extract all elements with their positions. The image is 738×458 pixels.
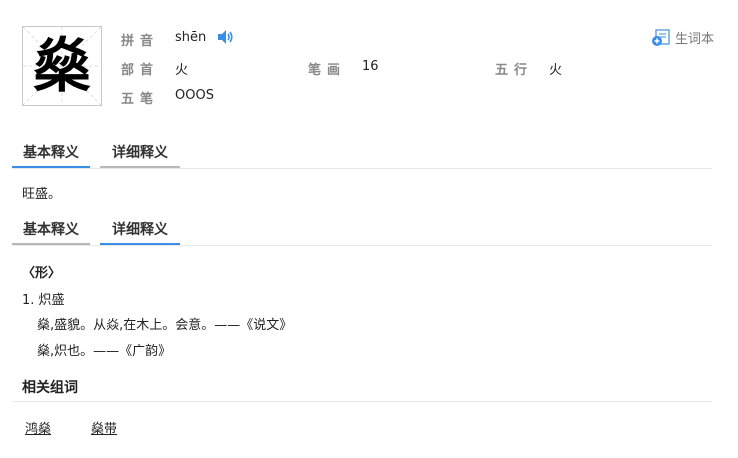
strokes-value: 16 xyxy=(362,59,379,74)
character-box: 燊 xyxy=(22,26,102,106)
pinyin-value: shēn xyxy=(175,30,207,45)
part-of-speech: 〈形〉 xyxy=(22,266,62,281)
related-word-link[interactable]: 鸿燊 xyxy=(25,418,51,437)
related-word-link[interactable]: 燊带 xyxy=(91,418,117,437)
divider xyxy=(12,401,712,402)
tab-basic-definition[interactable]: 基本释义 xyxy=(12,142,90,168)
wubi-value: OOOS xyxy=(175,88,214,103)
quote-1: 燊,盛貌。从焱,在木上。会意。——《说文》 xyxy=(37,318,293,333)
wubi-label: 五笔 xyxy=(121,92,160,107)
divider xyxy=(12,245,712,246)
divider xyxy=(12,168,712,169)
wuxing-label: 五行 xyxy=(495,63,534,78)
add-wordbook-icon xyxy=(651,28,670,46)
wordbook-label: 生词本 xyxy=(674,32,714,47)
character-glyph: 燊 xyxy=(32,32,91,100)
strokes-label: 笔画 xyxy=(308,63,347,78)
add-wordbook-button[interactable]: 生词本 xyxy=(651,28,714,47)
tab-basic-definition-2[interactable]: 基本释义 xyxy=(12,219,90,245)
related-words-title: 相关组词 xyxy=(22,380,78,396)
pinyin-label: 拼音 xyxy=(121,34,160,49)
tab-detailed-definition[interactable]: 详细释义 xyxy=(100,142,180,168)
radical-label: 部首 xyxy=(121,63,160,78)
radical-value: 火 xyxy=(175,63,189,78)
sense-1: 1. 炽盛 xyxy=(22,293,65,308)
wuxing-value: 火 xyxy=(549,63,563,78)
speaker-icon[interactable] xyxy=(218,30,234,44)
tab-detailed-definition-2[interactable]: 详细释义 xyxy=(100,219,180,245)
basic-definition-text: 旺盛。 xyxy=(22,187,62,202)
quote-2: 燊,炽也。——《广韵》 xyxy=(37,344,172,359)
